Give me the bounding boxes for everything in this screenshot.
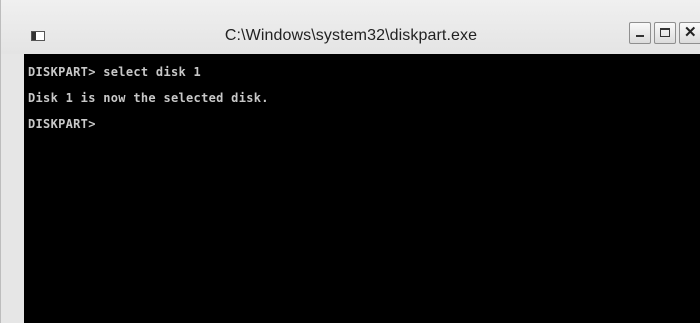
console-prompt-line[interactable]: DISKPART> xyxy=(28,117,96,131)
close-button[interactable]: ✕ xyxy=(679,22,700,44)
maximize-icon xyxy=(660,28,670,37)
title-bar[interactable]: C:\Windows\system32\diskpart.exe ✕ xyxy=(1,0,700,54)
console-line: DISKPART> select disk 1 xyxy=(28,65,202,79)
minimize-icon xyxy=(636,35,644,37)
console-line: Disk 1 is now the selected disk. xyxy=(28,91,269,105)
maximize-button[interactable] xyxy=(654,22,676,44)
minimize-button[interactable] xyxy=(629,22,651,44)
console-window: C:\Windows\system32\diskpart.exe ✕ DISKP… xyxy=(0,0,700,323)
window-title: C:\Windows\system32\diskpart.exe xyxy=(224,27,478,44)
console-output[interactable]: DISKPART> select disk 1 Disk 1 is now th… xyxy=(24,54,700,323)
close-icon: ✕ xyxy=(684,24,697,41)
